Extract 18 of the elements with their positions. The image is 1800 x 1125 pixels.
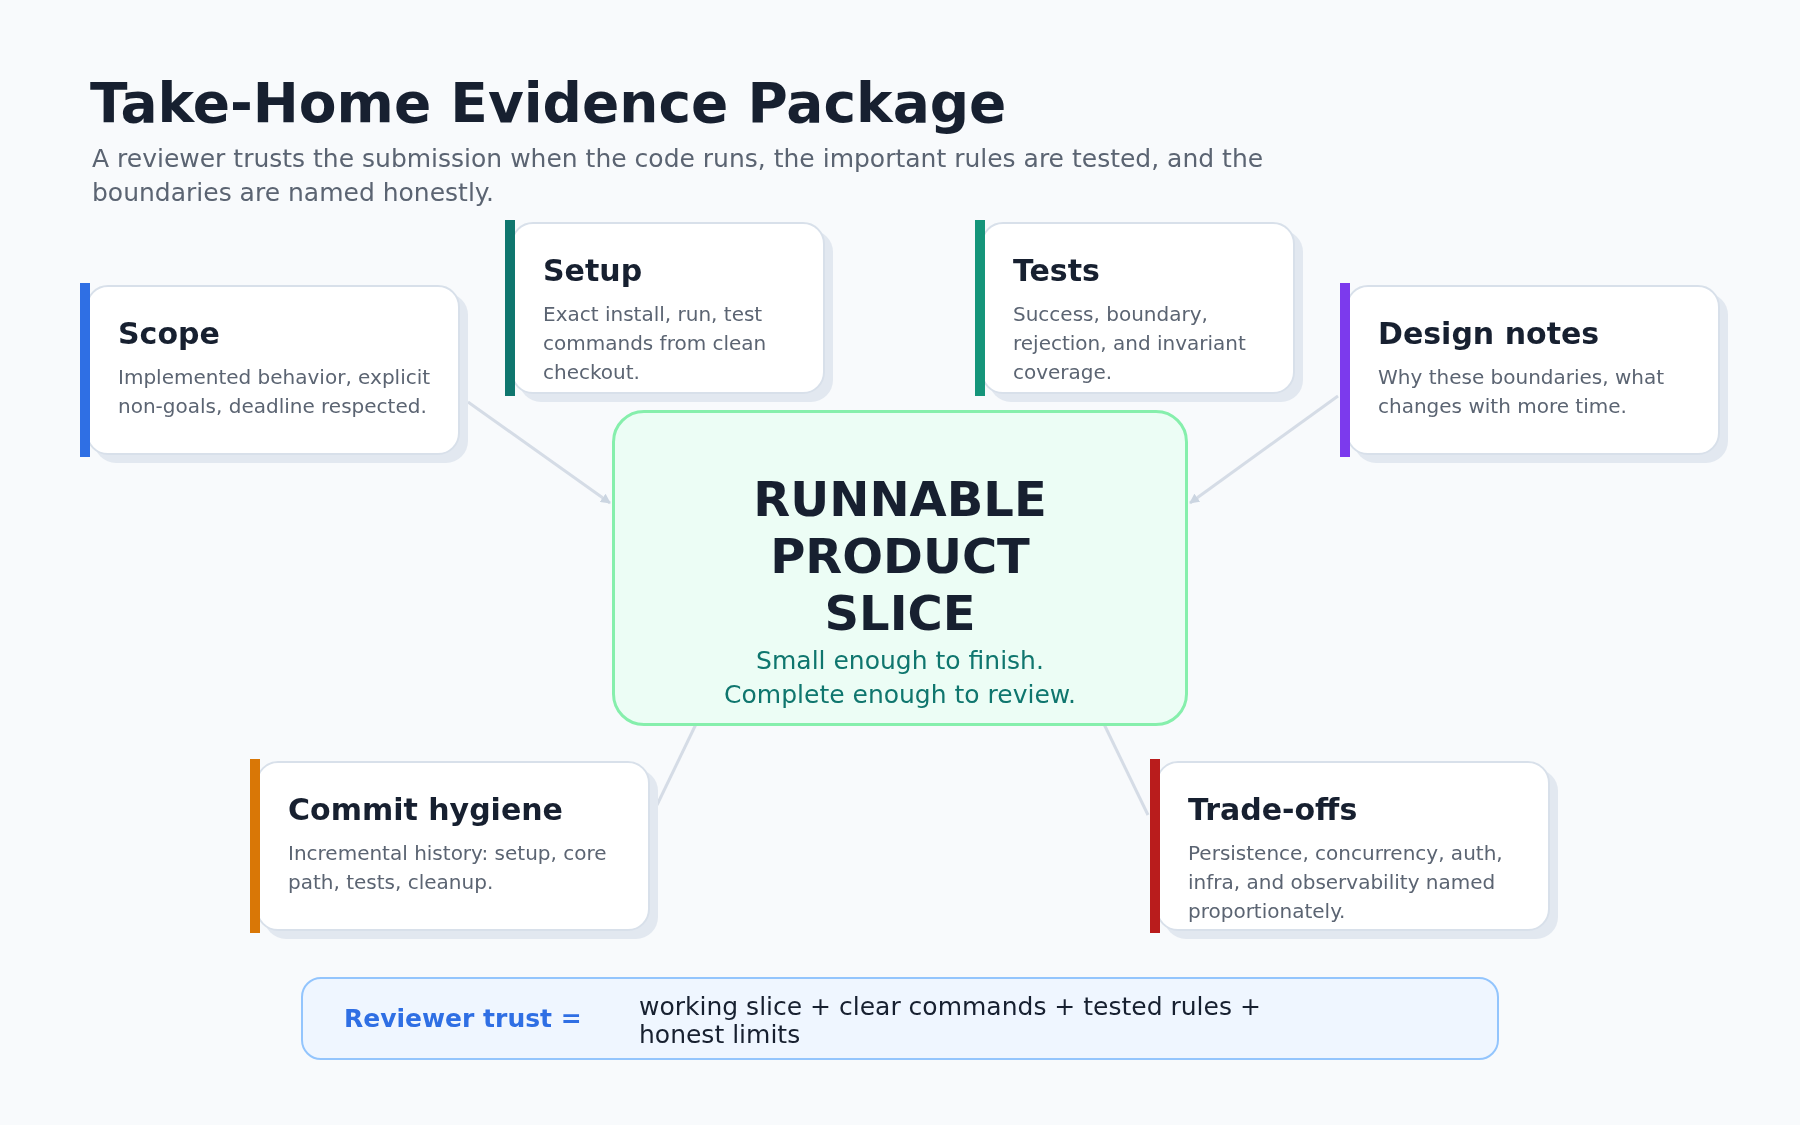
card-title: Trade-offs — [1188, 791, 1359, 829]
formula-label: Reviewer trust = — [344, 1004, 583, 1033]
card-text: Why these boundaries, what changes with more time. — [1378, 364, 1666, 420]
card-text: Success, boundary, rejection, and invariant coverage. — [1013, 301, 1247, 386]
card-text: Exact install, run, test commands from clean checkout. — [543, 301, 768, 386]
card-text: Persistence, concurrency, auth, infra, and observability named proportionately. — [1188, 840, 1504, 925]
card-text: Implemented behavior, explicit non-goals, deadline respected. — [118, 364, 432, 420]
card-title: Design notes — [1378, 315, 1601, 353]
formula-text: working slice + clear commands + tested rules + honest limits — [639, 992, 1262, 1049]
card-text: Incremental history: setup, core path, tests, cleanup. — [288, 840, 608, 896]
hub-title: RUNNABLE PRODUCT SLICE — [752, 471, 1048, 642]
page-subtitle: A reviewer trusts the submission when the code runs, the important rules are tested, and the boundaries are named honestly. — [92, 143, 1265, 209]
card-title: Scope — [118, 315, 221, 353]
card-title: Commit hygiene — [288, 791, 564, 829]
card-title: Setup — [543, 252, 644, 290]
card-title: Tests — [1013, 252, 1101, 290]
hub-caption: Small enough to finish. Complete enough to review. — [724, 645, 1076, 711]
page-title: Take-Home Evidence Package — [90, 70, 1008, 137]
